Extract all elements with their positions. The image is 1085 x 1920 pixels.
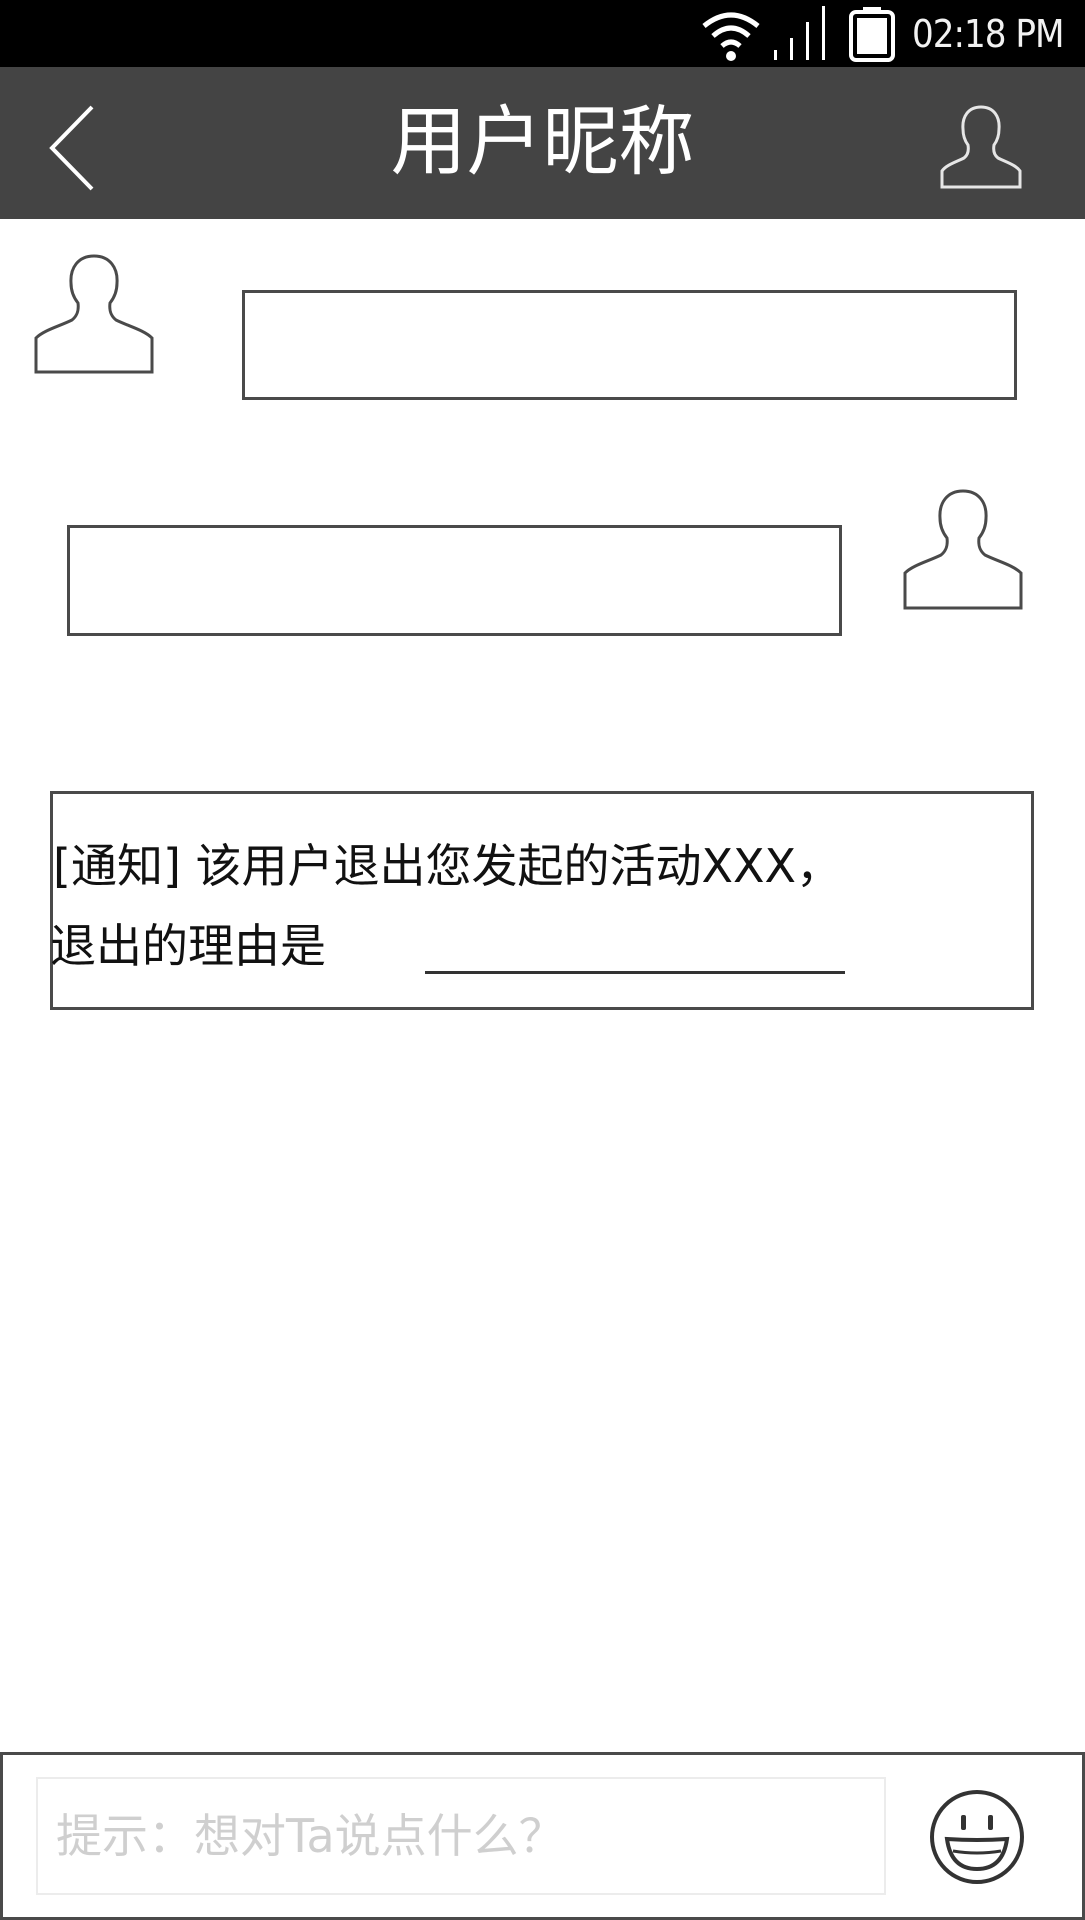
page-title: 用户昵称	[390, 97, 695, 186]
message-input[interactable]	[36, 1777, 886, 1895]
notice-line-2: 退出的理由是	[50, 919, 326, 973]
app-bar: 用户昵称	[0, 67, 1085, 219]
left-avatar-user-icon[interactable]	[32, 252, 156, 374]
reason-blank-line	[425, 971, 845, 974]
signal-icon	[774, 6, 825, 60]
emoji-smiley-icon[interactable]	[929, 1789, 1025, 1885]
status-time: 02:18 PM	[912, 12, 1064, 56]
right-message-bubble[interactable]	[67, 525, 842, 636]
battery-icon	[849, 7, 895, 62]
status-bar: 02:18 PM	[0, 0, 1085, 67]
composer-bar	[0, 1752, 1085, 1920]
system-notice-card: [通知] 该用户退出您发起的活动XXX， 退出的理由是	[50, 791, 1034, 1010]
profile-user-icon[interactable]	[938, 103, 1024, 191]
right-avatar-user-icon[interactable]	[902, 487, 1024, 610]
left-message-bubble[interactable]	[242, 290, 1017, 400]
notice-line-1: [通知] 该用户退出您发起的活动XXX，	[53, 839, 843, 893]
wifi-icon	[702, 12, 760, 61]
